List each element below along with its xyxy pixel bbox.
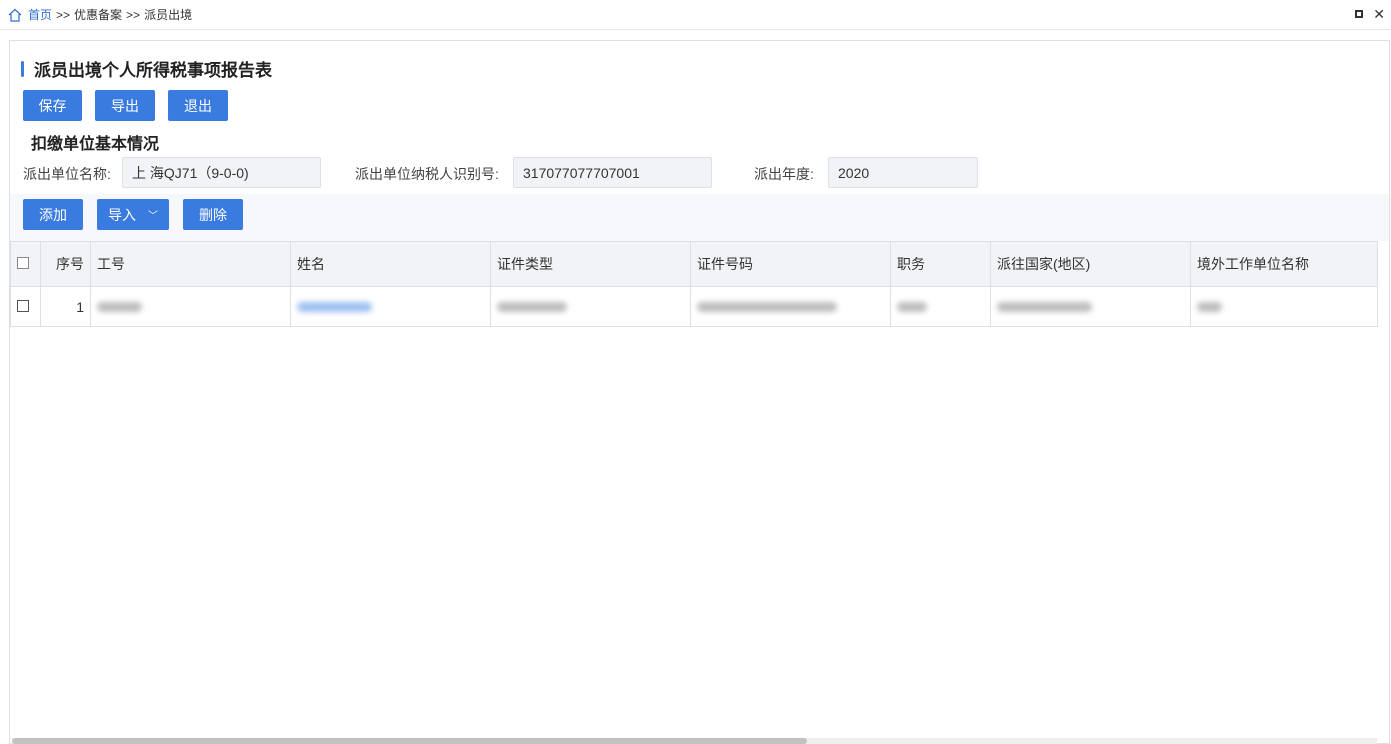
close-icon[interactable]: ✕	[1373, 7, 1385, 21]
import-dropdown-button[interactable]: 导入 ﹀	[97, 199, 169, 230]
page-title: 派员出境个人所得税事项报告表	[34, 61, 272, 80]
column-header-position[interactable]: 职务	[890, 241, 991, 287]
select-all-checkbox[interactable]	[17, 257, 29, 269]
row-index: 1	[40, 286, 91, 327]
cell-overseas-employer[interactable]	[1190, 286, 1378, 327]
column-header-id-number[interactable]: 证件号码	[690, 241, 891, 287]
breadcrumb-separator: >>	[56, 7, 71, 22]
unit-name-field[interactable]	[122, 157, 321, 188]
row-checkbox[interactable]	[17, 299, 29, 312]
breadcrumb-separator: >>	[126, 7, 141, 22]
cell-destination-country[interactable]	[990, 286, 1191, 327]
cell-id-type[interactable]	[490, 286, 691, 327]
title-accent-bar	[21, 60, 24, 77]
cell-name[interactable]	[290, 286, 491, 327]
redacted-value	[997, 301, 1092, 312]
redacted-value	[297, 301, 372, 312]
table-header-row: 序号 工号 姓名 证件类型 证件号码 职务 派往国家(地区) 境外工作单位名称	[10, 241, 1378, 287]
redacted-value	[497, 301, 567, 312]
column-header-overseas-employer[interactable]: 境外工作单位名称	[1190, 241, 1378, 287]
redacted-value	[897, 301, 927, 312]
redacted-value	[1197, 301, 1222, 312]
restore-window-icon[interactable]	[1355, 10, 1364, 18]
main-panel: 派员出境个人所得税事项报告表 保存 导出 退出 扣缴单位基本情况 派出单位名称:…	[9, 40, 1390, 744]
breadcrumb-home-link[interactable]: 首页	[28, 6, 52, 23]
year-field[interactable]	[828, 157, 978, 188]
taxpayer-id-field[interactable]	[513, 157, 712, 188]
column-header-id-type[interactable]: 证件类型	[490, 241, 691, 287]
cell-position[interactable]	[890, 286, 991, 327]
column-header-name[interactable]: 姓名	[290, 241, 491, 287]
table-row[interactable]: 1	[10, 286, 1378, 327]
row-select-cell[interactable]	[10, 286, 41, 327]
save-button[interactable]: 保存	[23, 90, 82, 121]
import-label: 导入	[108, 206, 136, 223]
export-button[interactable]: 导出	[95, 90, 155, 121]
cell-employee-id[interactable]	[90, 286, 291, 327]
breadcrumb-current: 派员出境	[144, 8, 193, 22]
scrollbar-thumb[interactable]	[12, 738, 807, 744]
data-grid: 序号 工号 姓名 证件类型 证件号码 职务 派往国家(地区) 境外工作单位名称 …	[10, 241, 1389, 327]
unit-name-label: 派出单位名称:	[23, 166, 111, 182]
select-all-cell[interactable]	[10, 241, 41, 287]
year-label: 派出年度:	[754, 166, 814, 182]
add-button[interactable]: 添加	[23, 199, 83, 230]
redacted-value	[697, 301, 837, 312]
column-header-employee-id[interactable]: 工号	[90, 241, 291, 287]
delete-button[interactable]: 删除	[183, 199, 243, 230]
cell-id-number[interactable]	[690, 286, 891, 327]
home-icon[interactable]	[8, 8, 22, 22]
breadcrumb-bar: 首页 >> 优惠备案 >> 派员出境 ✕	[0, 0, 1391, 30]
exit-button[interactable]: 退出	[168, 90, 228, 121]
section-title-withholding-unit: 扣缴单位基本情况	[31, 136, 160, 153]
taxpayer-id-label: 派出单位纳税人识别号:	[355, 166, 499, 182]
chevron-down-icon: ﹀	[148, 211, 158, 222]
horizontal-scrollbar[interactable]	[12, 738, 1377, 744]
page-title-bar: 派员出境个人所得税事项报告表	[21, 56, 272, 81]
breadcrumb-item-preferential-filing[interactable]: 优惠备案	[74, 6, 122, 23]
redacted-value	[97, 301, 142, 312]
column-header-index[interactable]: 序号	[40, 241, 91, 287]
column-header-destination-country[interactable]: 派往国家(地区)	[990, 241, 1191, 287]
